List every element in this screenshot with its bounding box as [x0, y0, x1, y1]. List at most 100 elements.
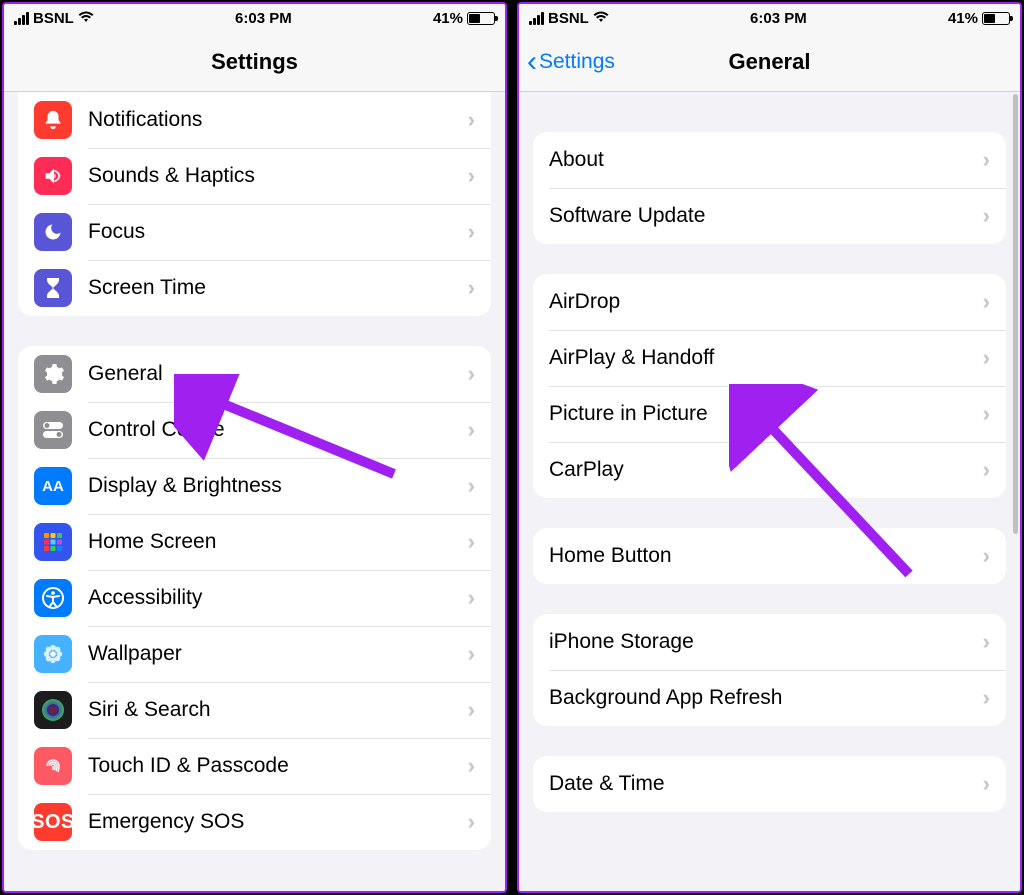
row-about[interactable]: About › [533, 132, 1006, 188]
row-label: Notifications [88, 108, 468, 132]
row-label: Focus [88, 220, 468, 244]
status-bar: BSNL 6:03 PM 41% [4, 4, 505, 32]
chevron-right-icon: › [468, 529, 475, 555]
chevron-right-icon: › [468, 417, 475, 443]
chevron-right-icon: › [983, 543, 990, 569]
row-focus[interactable]: Focus › [18, 204, 491, 260]
chevron-right-icon: › [468, 809, 475, 835]
carrier-label: BSNL [548, 10, 589, 27]
row-sounds-haptics[interactable]: Sounds & Haptics › [18, 148, 491, 204]
row-label: Home Button [549, 544, 983, 568]
settings-group: AirDrop › AirPlay & Handoff › Picture in… [533, 274, 1006, 498]
row-airplay-handoff[interactable]: AirPlay & Handoff › [533, 330, 1006, 386]
battery-icon [982, 12, 1010, 25]
general-list[interactable]: About › Software Update › AirDrop › AirP… [519, 92, 1020, 891]
row-carplay[interactable]: CarPlay › [533, 442, 1006, 498]
accessibility-icon [34, 579, 72, 617]
row-accessibility[interactable]: Accessibility › [18, 570, 491, 626]
battery-icon [467, 12, 495, 25]
row-label: CarPlay [549, 458, 983, 482]
row-notifications[interactable]: Notifications › [18, 92, 491, 148]
settings-group: Home Button › [533, 528, 1006, 584]
battery-percent: 41% [433, 10, 463, 27]
bell-icon [34, 101, 72, 139]
row-label: Background App Refresh [549, 686, 983, 710]
status-time: 6:03 PM [750, 10, 807, 27]
hourglass-icon [34, 269, 72, 307]
chevron-right-icon: › [468, 107, 475, 133]
row-touch-id-passcode[interactable]: Touch ID & Passcode › [18, 738, 491, 794]
row-label: Accessibility [88, 586, 468, 610]
row-siri-search[interactable]: Siri & Search › [18, 682, 491, 738]
row-date-time[interactable]: Date & Time › [533, 756, 1006, 812]
row-screen-time[interactable]: Screen Time › [18, 260, 491, 316]
signal-icon [14, 12, 29, 25]
gear-icon [34, 355, 72, 393]
chevron-right-icon: › [983, 629, 990, 655]
row-label: Home Screen [88, 530, 468, 554]
chevron-right-icon: › [468, 163, 475, 189]
chevron-right-icon: › [983, 203, 990, 229]
row-label: AirDrop [549, 290, 983, 314]
settings-group: iPhone Storage › Background App Refresh … [533, 614, 1006, 726]
row-iphone-storage[interactable]: iPhone Storage › [533, 614, 1006, 670]
settings-list[interactable]: Notifications › Sounds & Haptics › Focus… [4, 92, 505, 891]
row-label: iPhone Storage [549, 630, 983, 654]
row-label: Siri & Search [88, 698, 468, 722]
row-label: Sounds & Haptics [88, 164, 468, 188]
row-control-centre[interactable]: Control Centre › [18, 402, 491, 458]
carrier-label: BSNL [33, 10, 74, 27]
row-home-button[interactable]: Home Button › [533, 528, 1006, 584]
settings-group: Date & Time › [533, 756, 1006, 812]
chevron-right-icon: › [983, 771, 990, 797]
row-picture-in-picture[interactable]: Picture in Picture › [533, 386, 1006, 442]
back-label: Settings [539, 50, 615, 74]
nav-bar: ‹ Settings General [519, 32, 1020, 92]
row-general[interactable]: General › [18, 346, 491, 402]
row-emergency-sos[interactable]: SOS Emergency SOS › [18, 794, 491, 850]
chevron-right-icon: › [468, 641, 475, 667]
settings-group: Notifications › Sounds & Haptics › Focus… [18, 92, 491, 316]
row-background-app-refresh[interactable]: Background App Refresh › [533, 670, 1006, 726]
row-label: Picture in Picture [549, 402, 983, 426]
wifi-icon [78, 10, 94, 26]
row-wallpaper[interactable]: Wallpaper › [18, 626, 491, 682]
chevron-right-icon: › [983, 457, 990, 483]
nav-bar: Settings [4, 32, 505, 92]
chevron-right-icon: › [983, 289, 990, 315]
row-label: Control Centre [88, 418, 468, 442]
wifi-icon [593, 10, 609, 26]
row-display-brightness[interactable]: AA Display & Brightness › [18, 458, 491, 514]
chevron-right-icon: › [468, 753, 475, 779]
text-size-icon: AA [34, 467, 72, 505]
row-label: Display & Brightness [88, 474, 468, 498]
row-label: AirPlay & Handoff [549, 346, 983, 370]
moon-icon [34, 213, 72, 251]
row-label: Touch ID & Passcode [88, 754, 468, 778]
chevron-right-icon: › [468, 361, 475, 387]
row-label: Software Update [549, 204, 983, 228]
back-button[interactable]: ‹ Settings [527, 47, 615, 77]
scroll-indicator[interactable] [1013, 94, 1018, 534]
sos-icon: SOS [34, 803, 72, 841]
page-title: Settings [211, 49, 298, 75]
row-label: Date & Time [549, 772, 983, 796]
status-bar: BSNL 6:03 PM 41% [519, 4, 1020, 32]
row-label: About [549, 148, 983, 172]
fingerprint-icon [34, 747, 72, 785]
app-grid-icon [34, 523, 72, 561]
chevron-right-icon: › [983, 685, 990, 711]
row-label: Emergency SOS [88, 810, 468, 834]
row-label: General [88, 362, 468, 386]
row-home-screen[interactable]: Home Screen › [18, 514, 491, 570]
chevron-right-icon: › [983, 147, 990, 173]
status-time: 6:03 PM [235, 10, 292, 27]
chevron-right-icon: › [468, 473, 475, 499]
settings-group: General › Control Centre › AA Display & … [18, 346, 491, 850]
chevron-right-icon: › [983, 401, 990, 427]
row-software-update[interactable]: Software Update › [533, 188, 1006, 244]
chevron-right-icon: › [468, 219, 475, 245]
row-airdrop[interactable]: AirDrop › [533, 274, 1006, 330]
flower-icon [34, 635, 72, 673]
page-title: General [729, 49, 811, 75]
